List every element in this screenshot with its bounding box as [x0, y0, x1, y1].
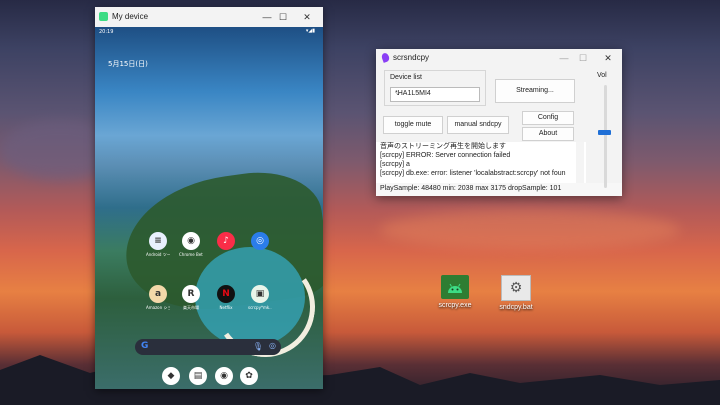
desktop-icon-label: sndcpy.bat	[499, 304, 533, 311]
manual-sndcpy-button[interactable]: manual sndcpy	[447, 116, 509, 134]
status-icons: ▾◢▮	[305, 28, 315, 34]
minimize-button[interactable]: —	[259, 10, 275, 24]
app-shortcut[interactable]: N Netflix	[214, 285, 238, 310]
lens-icon[interactable]: ◎	[269, 341, 276, 350]
app-label: Netflix	[219, 305, 233, 310]
desktop-icon-label: scrcpy.exe	[438, 302, 472, 309]
calendar-icon: ▤	[189, 367, 207, 385]
log-line: 音声のストリーミング再生を開始します	[380, 143, 506, 150]
about-button[interactable]: About	[522, 127, 574, 141]
status-bar: PlaySample: 48480 min: 2038 max 3175 dro…	[376, 183, 622, 196]
scrsndcpy-titlebar[interactable]: scrsndcpy — ☐ ✕	[376, 49, 622, 67]
app-shortcut[interactable]: ◉	[212, 367, 236, 385]
app-label: 楽天市場	[183, 305, 199, 310]
app-shortcut[interactable]: ◉ Chrome Beta	[179, 232, 203, 257]
photos-icon: ✿	[240, 367, 258, 385]
streaming-button[interactable]: Streaming...	[495, 79, 575, 103]
netflix-icon: N	[217, 285, 235, 303]
close-button[interactable]: ✕	[299, 10, 315, 24]
scrsndcpy-title: scrsndcpy	[393, 53, 430, 62]
toggle-mute-button[interactable]: toggle mute	[383, 116, 443, 134]
app-shortcut[interactable]: R 楽天市場	[179, 285, 203, 311]
desktop-icon-scrcpy[interactable]: scrcpy.exe	[430, 275, 480, 309]
config-button[interactable]: Config	[522, 111, 574, 125]
app-shortcut[interactable]: ♪	[214, 232, 238, 252]
android-icon	[441, 275, 469, 299]
scrsndcpy-logo-icon	[380, 52, 391, 63]
app-label: Android ツールボックス	[146, 252, 170, 257]
app-shortcut[interactable]: a Amazon ショ...	[146, 285, 170, 311]
phone-mirror-window[interactable]: My device — ☐ ✕ 20:19 ▾◢▮ 5月15日(日) G 🎙 ◎…	[95, 7, 323, 389]
wallpaper-cloud	[380, 210, 680, 250]
app-label: Chrome Beta	[179, 252, 203, 257]
close-button[interactable]: ✕	[600, 51, 616, 65]
mic-icon[interactable]: 🎙	[253, 342, 263, 351]
volume-label: Vol	[597, 72, 607, 79]
desktop-icon-sndcpy[interactable]: ⚙ sndcpy.bat	[491, 275, 541, 311]
maps-icon: ◆	[162, 367, 180, 385]
amazon-icon: a	[149, 285, 167, 303]
log-line: [scrcpy] ERROR: Server connection failed	[380, 152, 511, 159]
maximize-button[interactable]: ☐	[575, 51, 591, 65]
gear-file-icon: ⚙	[501, 275, 531, 301]
device-list-label: Device list	[390, 74, 422, 81]
log-line: [scrcpy] db.exe: error: listener 'locala…	[380, 170, 566, 177]
volume-slider[interactable]	[604, 85, 607, 188]
app-shortcut[interactable]: ◎	[248, 232, 272, 252]
rakuten-icon: R	[182, 285, 200, 303]
volume-slider-thumb[interactable]	[598, 130, 611, 135]
tool-icon: ≡	[149, 232, 167, 250]
music-icon: ♪	[217, 232, 235, 250]
chrome-icon: ◉	[215, 367, 233, 385]
app-shortcut[interactable]: ▤	[186, 367, 210, 385]
app-shortcut[interactable]: ▣ scrcpy*mk...	[248, 285, 272, 310]
google-icon: G	[141, 341, 149, 351]
home-date: 5月15日(日)	[108, 60, 148, 68]
cast-icon: ◎	[251, 232, 269, 250]
log-output[interactable]: 音声のストリーミング再生を開始します [scrcpy] ERROR: Serve…	[376, 142, 586, 184]
status-time: 20:19	[99, 29, 114, 35]
log-line: [scrcpy] a	[380, 161, 410, 168]
chevron-down-icon: ⌄	[395, 90, 401, 97]
google-search-bar[interactable]: G 🎙 ◎	[135, 339, 281, 355]
log-scrollbar[interactable]	[576, 142, 584, 184]
phone-screen[interactable]: 20:19 ▾◢▮ 5月15日(日) G 🎙 ◎ ≡ Android ツールボック…	[95, 27, 323, 389]
chrome-icon: ◉	[182, 232, 200, 250]
phone-window-title: My device	[112, 12, 149, 21]
app-shortcut[interactable]: ≡ Android ツールボックス	[146, 232, 170, 258]
device-select[interactable]: *HA1L5MI4 ⌄	[390, 87, 480, 102]
app-shortcut[interactable]: ✿	[237, 367, 261, 385]
device-list-group: Device list *HA1L5MI4 ⌄	[384, 70, 486, 106]
app-label: Amazon ショ...	[146, 305, 170, 310]
app-shortcut[interactable]: ◆	[159, 367, 183, 385]
android-app-icon	[99, 12, 108, 21]
minimize-button[interactable]: —	[556, 51, 572, 65]
app-label: scrcpy*mk...	[248, 305, 272, 310]
maximize-button[interactable]: ☐	[275, 10, 291, 24]
scrcpy-icon: ▣	[251, 285, 269, 303]
scrsndcpy-window[interactable]: scrsndcpy — ☐ ✕ Device list *HA1L5MI4 ⌄ …	[376, 49, 622, 196]
status-text: PlaySample: 48480 min: 2038 max 3175 dro…	[380, 185, 562, 192]
phone-window-titlebar[interactable]: My device — ☐ ✕	[95, 7, 323, 27]
